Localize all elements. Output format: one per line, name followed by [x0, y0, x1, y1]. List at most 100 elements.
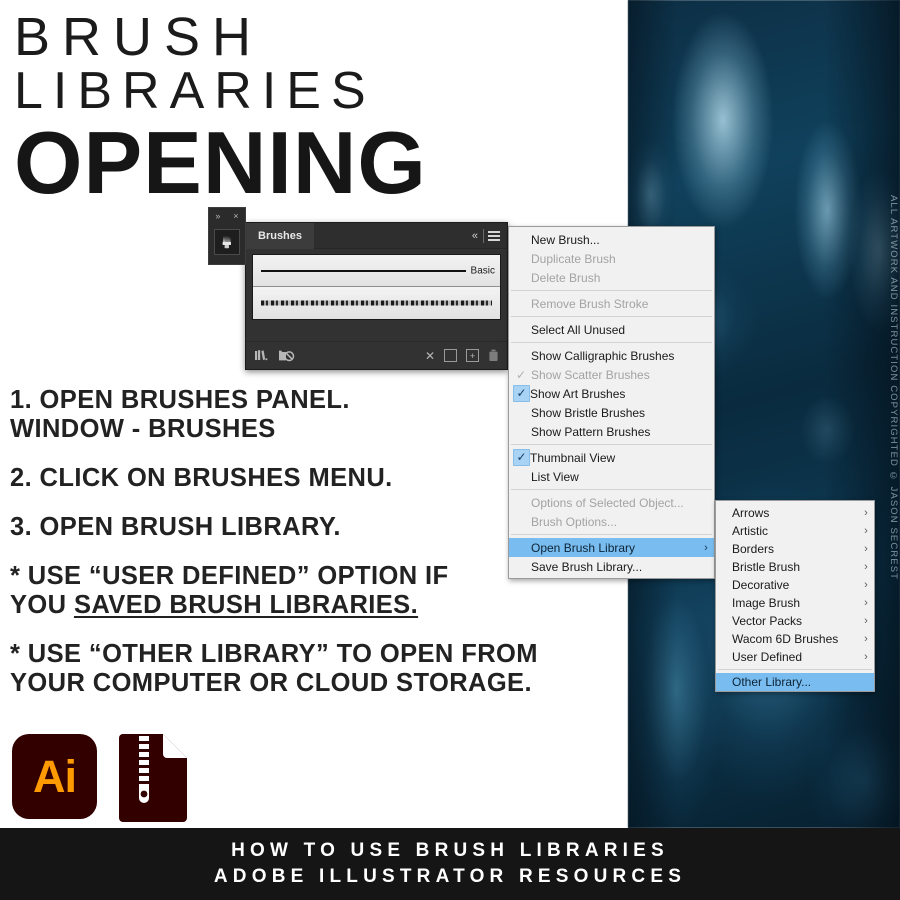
instruction-step: * USE “OTHER LIBRARY” TO OPEN FROM YOUR C…	[10, 640, 620, 698]
brushes-panel-header: Brushes «	[246, 222, 507, 249]
context-menu-item[interactable]: Select All Unused	[509, 320, 714, 339]
checkmark-icon: ✓	[515, 367, 527, 382]
context-menu-item[interactable]: ✓ Thumbnail View	[509, 448, 714, 467]
menu-item-label: Show Art Brushes	[530, 386, 626, 401]
context-menu-item: Options of Selected Object...	[509, 493, 714, 512]
brushes-panel-context-menu[interactable]: New Brush... Duplicate Brush Delete Brush R…	[508, 226, 715, 579]
menu-item-label: Show Bristle Brushes	[531, 405, 646, 420]
context-menu-item[interactable]: List View	[509, 467, 714, 486]
menu-item-label: Remove Brush Stroke	[531, 296, 649, 311]
checkmark-icon: ✓	[513, 385, 530, 402]
instruction-line: YOUR COMPUTER OR CLOUD STORAGE.	[10, 669, 532, 698]
submenu-item[interactable]: Arrows ›	[716, 504, 874, 522]
submenu-item[interactable]: Decorative ›	[716, 576, 874, 594]
context-menu-item[interactable]: Save Brush Library...	[509, 557, 714, 576]
menu-item-label: Select All Unused	[531, 322, 626, 337]
menu-item-label: Delete Brush	[531, 270, 601, 285]
menu-separator	[511, 489, 712, 490]
context-menu-item: Remove Brush Stroke	[509, 294, 714, 313]
menu-separator	[718, 669, 872, 670]
menu-item-label: Brush Options...	[531, 514, 618, 529]
submenu-item[interactable]: Borders ›	[716, 540, 874, 558]
zip-file-icon	[117, 734, 189, 822]
new-brush-icon[interactable]: +	[466, 349, 479, 362]
menu-item-label: Arrows	[732, 506, 770, 520]
instruction-line: YOU SAVED BRUSH LIBRARIES.	[10, 591, 419, 620]
menu-separator	[511, 316, 712, 317]
cc-libraries-icon[interactable]	[278, 349, 295, 362]
context-menu-item[interactable]: Show Calligraphic Brushes	[509, 346, 714, 365]
adobe-illustrator-icon: Ai	[12, 734, 97, 819]
poster-footer: HOW TO USE BRUSH LIBRARIES ADOBE ILLUSTR…	[0, 828, 900, 900]
brush-libraries-menu-icon[interactable]	[254, 349, 268, 362]
dock-tab-controls: » ×	[209, 208, 245, 224]
context-menu-item[interactable]: ✓ Show Art Brushes	[509, 384, 714, 403]
menu-item-label: Vector Packs	[732, 614, 803, 628]
open-brush-library-submenu[interactable]: Arrows › Artistic › Borders › Bristle Brush › De…	[715, 500, 875, 692]
menu-item-label: Save Brush Library...	[531, 559, 643, 574]
menu-item-label: Wacom 6D Brushes	[732, 632, 839, 646]
submenu-item[interactable]: Vector Packs ›	[716, 612, 874, 630]
chevron-right-icon: ›	[864, 579, 868, 591]
context-menu-item[interactable]: Show Pattern Brushes	[509, 422, 714, 441]
menu-item-label: List View	[531, 469, 579, 484]
menu-item-label: Show Calligraphic Brushes	[531, 348, 675, 363]
menu-item-label: Borders	[732, 542, 775, 556]
chevron-right-icon: ›	[864, 561, 868, 573]
chevron-right-icon: ›	[864, 543, 868, 555]
expand-panels-icon[interactable]: »	[215, 211, 220, 221]
menu-item-label: Duplicate Brush	[531, 251, 616, 266]
brushes-panel-footer: ✕ +	[246, 341, 507, 369]
menu-separator	[511, 342, 712, 343]
brushes-panel[interactable]: Brushes « Basic ✕ +	[245, 222, 508, 370]
remove-brush-stroke-icon[interactable]: ✕	[425, 350, 435, 362]
brushes-list[interactable]: Basic	[252, 254, 501, 320]
chevron-right-icon: ›	[864, 525, 868, 537]
poster-root: ALL ARTWORK AND INSTRUCTION COPYRIGHTED …	[0, 0, 900, 900]
brush-stroke-preview	[261, 300, 492, 306]
panel-menu-icon[interactable]	[483, 228, 500, 243]
context-menu-item[interactable]: Open Brush Library ›	[509, 538, 714, 557]
menu-item-label: Image Brush	[732, 596, 801, 610]
collapse-panel-icon[interactable]: «	[472, 230, 478, 242]
delete-brush-icon[interactable]	[488, 349, 499, 362]
brushes-panel-icon[interactable]	[214, 229, 240, 255]
menu-item-label: Options of Selected Object...	[531, 495, 684, 510]
collapsed-dock-tab[interactable]: » ×	[208, 207, 246, 265]
panel-header-controls: «	[472, 228, 507, 243]
chevron-right-icon: ›	[864, 597, 868, 609]
menu-item-label: Thumbnail View	[530, 450, 616, 465]
submenu-item[interactable]: Wacom 6D Brushes ›	[716, 630, 874, 648]
menu-item-label: Bristle Brush	[732, 560, 801, 574]
headline-line-3: OPENING	[14, 113, 427, 213]
context-menu-item[interactable]: Show Bristle Brushes	[509, 403, 714, 422]
app-icon-group: Ai	[12, 734, 189, 822]
menu-item-label: Show Scatter Brushes	[531, 367, 650, 382]
checkmark-icon: ✓	[513, 449, 530, 466]
chevron-right-icon: ›	[864, 633, 868, 645]
submenu-item[interactable]: Bristle Brush ›	[716, 558, 874, 576]
brush-list-item[interactable]	[253, 287, 500, 319]
menu-item-label: Artistic	[732, 524, 768, 538]
menu-separator	[511, 444, 712, 445]
submenu-item[interactable]: User Defined ›	[716, 648, 874, 666]
menu-separator	[511, 290, 712, 291]
brush-options-icon[interactable]	[444, 349, 457, 362]
brushes-panel-tab[interactable]: Brushes	[246, 222, 315, 249]
close-icon[interactable]: ×	[233, 211, 238, 221]
headline-line-2: LIBRARIES	[14, 62, 376, 121]
menu-item-label: Other Library...	[732, 675, 812, 689]
submenu-item[interactable]: Artistic ›	[716, 522, 874, 540]
brush-list-item[interactable]: Basic	[253, 255, 500, 287]
submenu-item[interactable]: Image Brush ›	[716, 594, 874, 612]
menu-item-label: New Brush...	[531, 232, 600, 247]
submenu-item[interactable]: Other Library...	[716, 673, 874, 691]
menu-item-label: Show Pattern Brushes	[531, 424, 651, 439]
context-menu-item: Duplicate Brush	[509, 249, 714, 268]
menu-item-label: User Defined	[732, 650, 803, 664]
headline-group: BRUSH LIBRARIES OPENING	[14, 7, 634, 213]
chevron-right-icon: ›	[864, 615, 868, 627]
context-menu-item[interactable]: New Brush...	[509, 230, 714, 249]
headline-line-1: BRUSH	[14, 7, 264, 67]
brush-name: Basic	[470, 265, 495, 276]
